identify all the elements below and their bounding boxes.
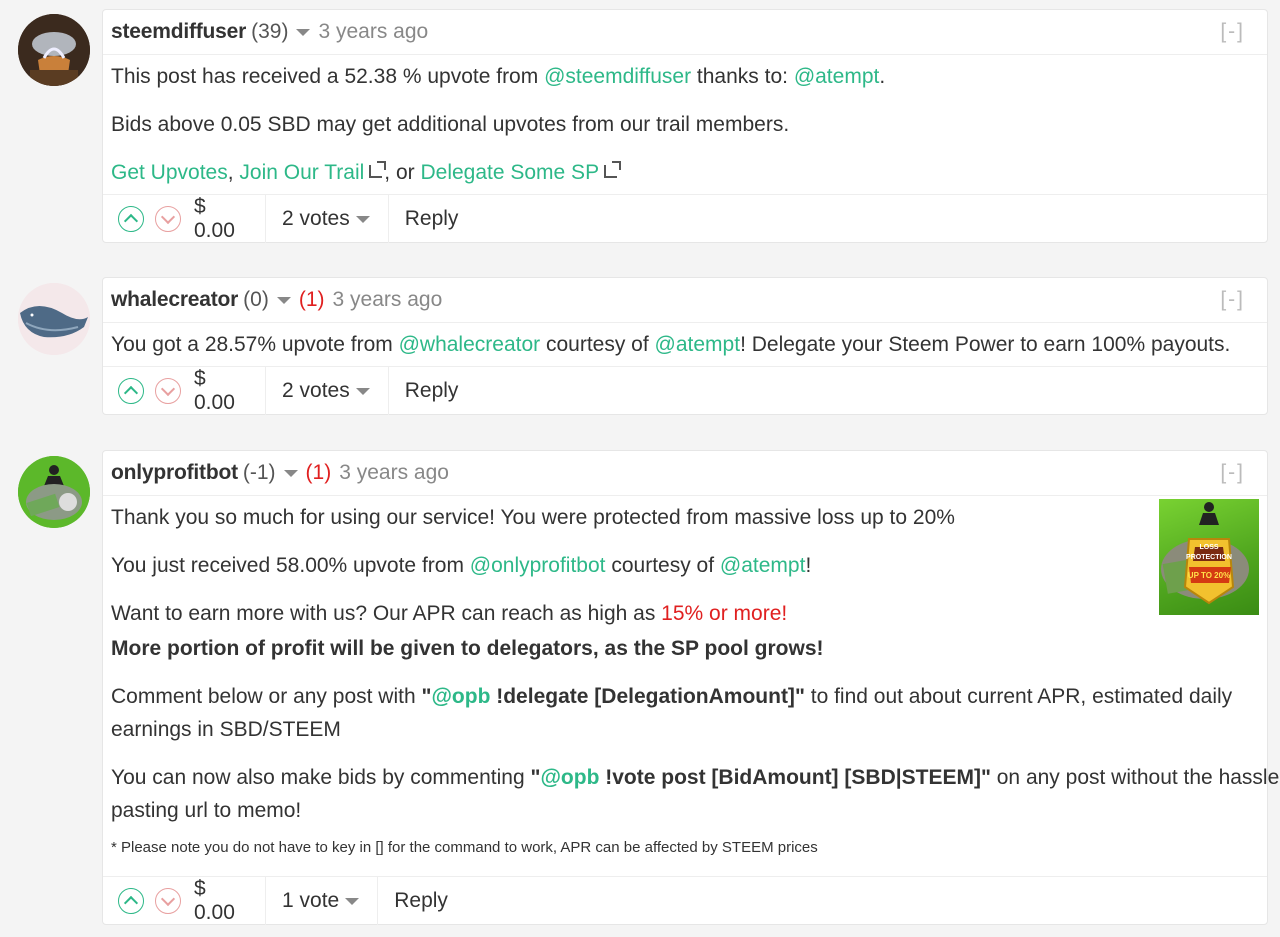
payout-value[interactable]: $ 0.00 [194, 877, 252, 925]
footnote: * Please note you do not have to key in … [111, 839, 818, 856]
author-menu-caret-icon[interactable] [283, 469, 298, 477]
comment-body: Thank you so much for using our service!… [111, 501, 1280, 871]
body-line: You just received 58.00% upvote from @on… [111, 554, 812, 577]
author-menu-caret-icon[interactable] [296, 28, 311, 36]
body-line: Get Upvotes, Join Our Trail, or Delegate… [111, 156, 622, 189]
chevron-down-icon [355, 387, 370, 395]
reply-button[interactable]: Reply [389, 379, 459, 403]
user-mention-link[interactable]: @onlyprofitbot [470, 554, 606, 577]
external-link-icon [604, 161, 622, 178]
reply-button[interactable]: Reply [389, 207, 459, 231]
votes-count: 1 vote [282, 889, 340, 912]
downvote-button[interactable] [155, 378, 181, 404]
chevron-down-icon [160, 381, 176, 397]
body-line: This post has received a 52.38 % upvote … [111, 65, 886, 88]
avatar-image [18, 14, 90, 86]
downvote-button[interactable] [155, 206, 181, 232]
votes-count: 2 votes [282, 379, 350, 402]
chevron-up-icon [123, 895, 139, 911]
votes-dropdown[interactable]: 2 votes [266, 379, 388, 403]
chevron-down-icon [160, 891, 176, 907]
comment-body: This post has received a 52.38 % upvote … [111, 60, 1259, 200]
comment-card: onlyprofitbot (-1) (1) 3 years ago [-] L… [102, 450, 1280, 925]
get-upvotes-link[interactable]: Get Upvotes [111, 161, 228, 184]
comment-header: steemdiffuser (39) 3 years ago [111, 10, 1267, 54]
user-mention-link[interactable]: @opb [540, 766, 599, 789]
avatar[interactable] [18, 283, 90, 355]
comment-body: You got a 28.57% upvote from @whalecreat… [111, 328, 1259, 368]
comment-header: onlyprofitbot (-1) (1) 3 years ago [111, 451, 1267, 495]
votes-dropdown[interactable]: 1 vote [266, 889, 377, 913]
reply-button[interactable]: Reply [378, 889, 448, 913]
avatar[interactable] [18, 14, 90, 86]
body-line: You can now also make bids by commenting… [111, 766, 1280, 789]
body-line: pasting url to memo! [111, 799, 302, 822]
body-line: Comment below or any post with "@opb !de… [111, 685, 1233, 708]
author-name[interactable]: steemdiffuser [111, 20, 246, 44]
votes-count: 2 votes [282, 207, 350, 230]
external-link-icon [369, 161, 387, 178]
delegate-sp-link[interactable]: Delegate Some SP [420, 161, 599, 184]
user-mention-link[interactable]: @atempt [720, 554, 806, 577]
comment-card: steemdiffuser (39) 3 years ago [-] This … [102, 9, 1268, 243]
user-mention-link[interactable]: @atempt [655, 333, 741, 356]
flag-count: (1) [298, 288, 325, 311]
comment-footer: $ 0.00 2 votes Reply [103, 194, 1267, 243]
user-mention-link[interactable]: @whalecreator [399, 333, 541, 356]
avatar[interactable] [18, 456, 90, 528]
body-line: Thank you so much for using our service!… [111, 506, 955, 529]
collapse-toggle[interactable]: [-] [1220, 20, 1245, 44]
author-menu-caret-icon[interactable] [276, 296, 291, 304]
comment-footer: $ 0.00 1 vote Reply [103, 876, 1267, 925]
upvote-button[interactable] [118, 888, 144, 914]
body-line: You got a 28.57% upvote from @whalecreat… [111, 333, 1231, 356]
author-reputation: (39) [251, 20, 289, 43]
avatar-image [18, 456, 90, 528]
collapse-toggle[interactable]: [-] [1220, 288, 1245, 312]
user-mention-link[interactable]: @atempt [794, 65, 880, 88]
header-divider [103, 54, 1267, 55]
header-divider [103, 495, 1267, 496]
timestamp[interactable]: 3 years ago [318, 20, 428, 44]
author-reputation: (0) [243, 288, 269, 311]
body-line: Want to earn more with us? Our APR can r… [111, 602, 788, 625]
author-reputation: (-1) [242, 461, 276, 484]
comment-header: whalecreator (0) (1) 3 years ago [111, 278, 1267, 322]
comment-card: whalecreator (0) (1) 3 years ago [-] You… [102, 277, 1268, 415]
votes-dropdown[interactable]: 2 votes [266, 207, 388, 231]
body-line: earnings in SBD/STEEM [111, 718, 341, 741]
upvote-button[interactable] [118, 378, 144, 404]
collapse-toggle[interactable]: [-] [1220, 461, 1245, 485]
payout-value[interactable]: $ 0.00 [194, 195, 252, 243]
body-line: Bids above 0.05 SBD may get additional u… [111, 113, 790, 136]
payout-value[interactable]: $ 0.00 [194, 367, 252, 415]
author-name[interactable]: whalecreator [111, 288, 238, 312]
body-line: More portion of profit will be given to … [111, 637, 824, 660]
apr-highlight: 15% or more! [661, 602, 788, 625]
timestamp[interactable]: 3 years ago [339, 461, 449, 485]
timestamp[interactable]: 3 years ago [333, 288, 443, 312]
user-mention-link[interactable]: @opb [431, 685, 490, 708]
chevron-up-icon [123, 385, 139, 401]
comment-footer: $ 0.00 2 votes Reply [103, 366, 1267, 415]
chevron-down-icon [345, 897, 360, 905]
downvote-button[interactable] [155, 888, 181, 914]
join-trail-link[interactable]: Join Our Trail [239, 161, 364, 184]
chevron-down-icon [355, 215, 370, 223]
flag-count: (1) [305, 461, 332, 484]
user-mention-link[interactable]: @steemdiffuser [544, 65, 691, 88]
upvote-button[interactable] [118, 206, 144, 232]
chevron-up-icon [123, 213, 139, 229]
avatar-image [18, 283, 90, 355]
chevron-down-icon [160, 209, 176, 225]
header-divider [103, 322, 1267, 323]
author-name[interactable]: onlyprofitbot [111, 461, 238, 485]
